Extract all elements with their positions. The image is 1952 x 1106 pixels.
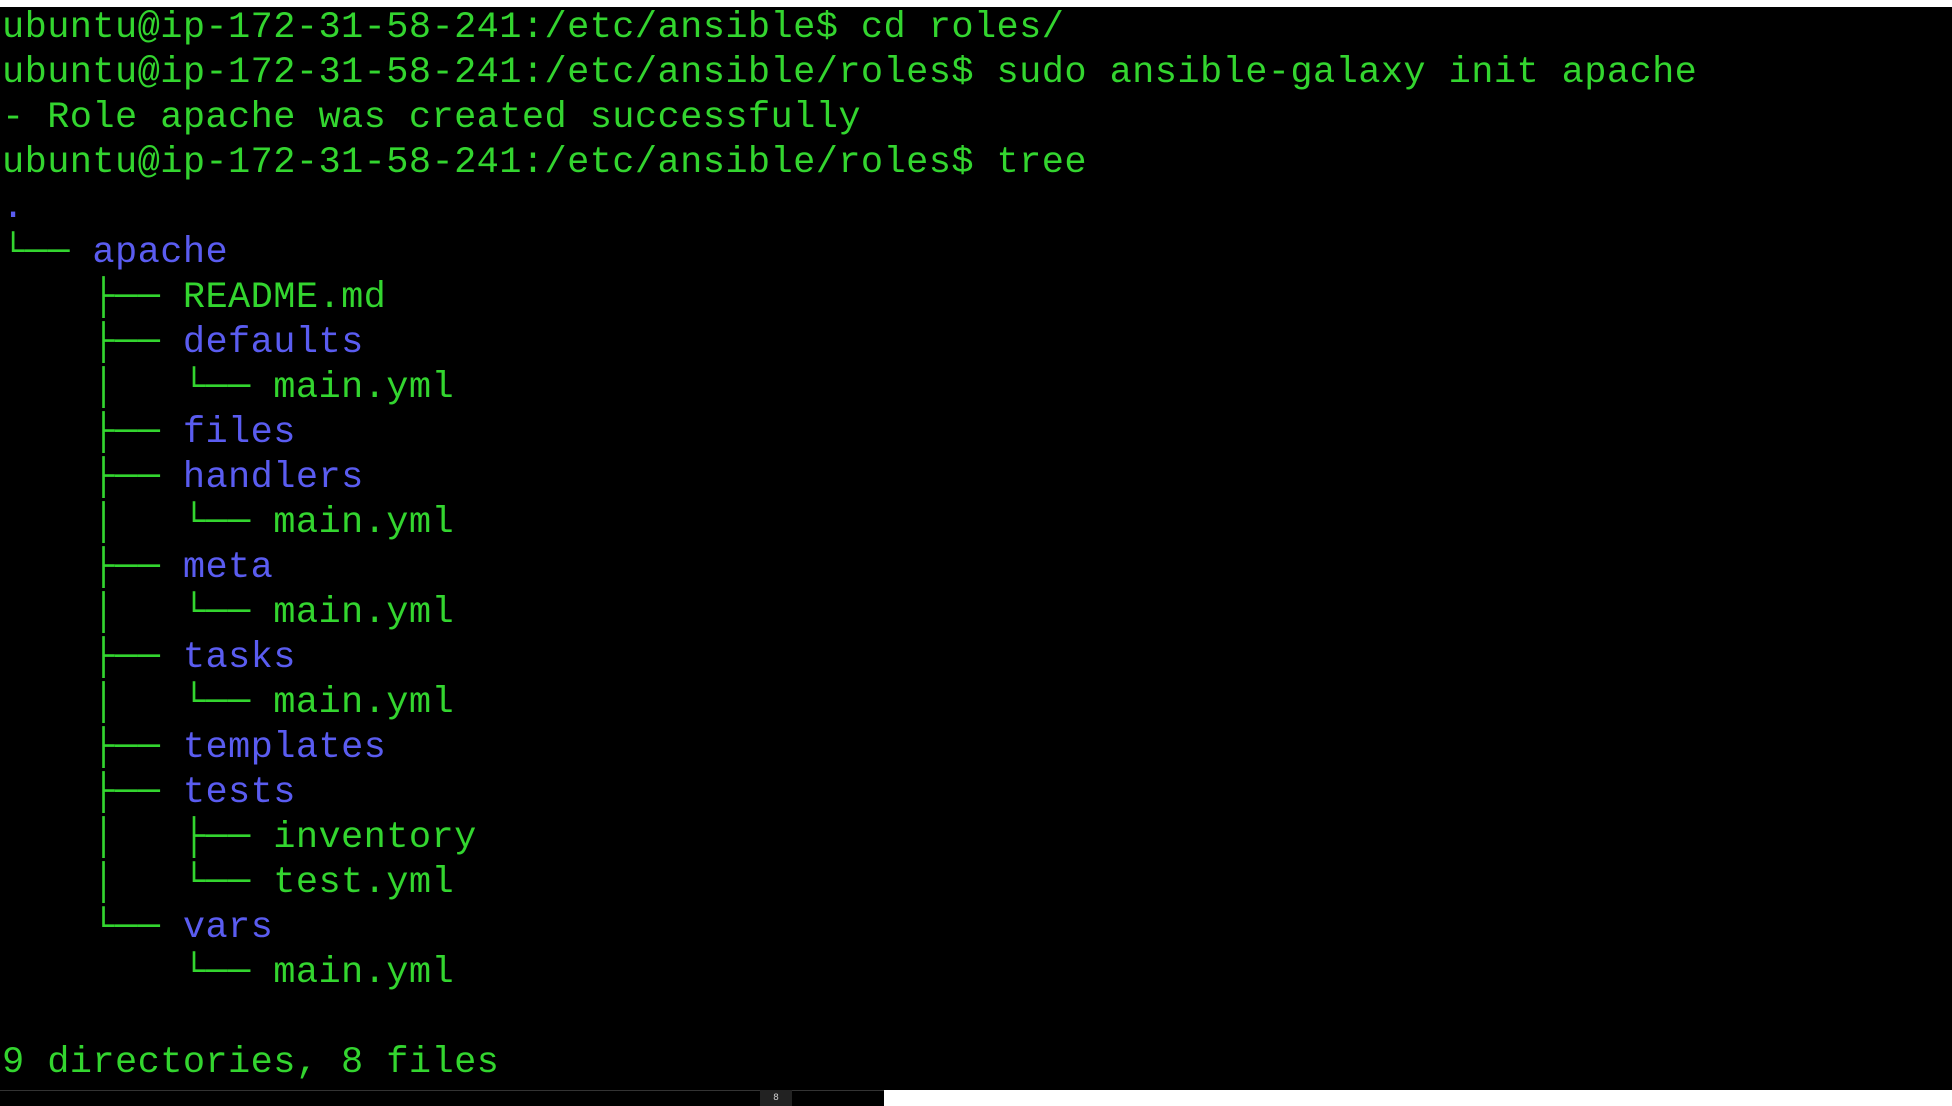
directory-name: tests [182, 772, 296, 814]
directory-name: vars [182, 907, 274, 949]
terminal-line: ├── tasks [2, 636, 296, 681]
terminal-text: ├── [2, 412, 183, 454]
terminal-line: │ └── test.yml [2, 861, 454, 906]
terminal-text: main.yml [273, 592, 455, 634]
terminal-text: │ └── [2, 682, 274, 724]
terminal-text: └── [2, 232, 93, 274]
terminal-line: . [2, 186, 25, 231]
terminal-line: ubuntu@ip-172-31-58-241:/etc/ansible/rol… [2, 141, 1087, 186]
terminal-line: └── apache [2, 231, 228, 276]
terminal-text: ├── [2, 547, 183, 589]
taskbar-tab[interactable]: 8 [760, 1090, 792, 1106]
directory-name: handlers [182, 457, 364, 499]
terminal-text: ubuntu@ip-172-31-58-241:/etc/ansible/rol… [2, 142, 1087, 184]
terminal-text: └── [2, 952, 274, 994]
terminal-text: main.yml [273, 952, 455, 994]
terminal-line: ├── templates [2, 726, 386, 771]
terminal-text: ubuntu@ip-172-31-58-241:/etc/ansible/rol… [2, 52, 1698, 94]
terminal-text: ├── [2, 727, 183, 769]
divider [0, 1090, 884, 1091]
terminal-text: 9 directories, 8 files [2, 1042, 500, 1084]
terminal-line: │ └── main.yml [2, 501, 454, 546]
directory-name: meta [182, 547, 274, 589]
terminal-bottom-strip: 8 [0, 1090, 884, 1106]
directory-name: tasks [182, 637, 296, 679]
directory-name: . [2, 187, 25, 229]
terminal-text: README.md [182, 277, 387, 319]
terminal-text: ubuntu@ip-172-31-58-241:/etc/ansible$ cd… [2, 7, 1065, 49]
terminal-text: │ └── [2, 502, 274, 544]
terminal-line: ├── README.md [2, 276, 386, 321]
terminal-text: - Role apache was created successfully [2, 97, 861, 139]
terminal-line: 9 directories, 8 files [2, 1041, 499, 1086]
terminal-text: │ └── [2, 592, 274, 634]
directory-name: templates [182, 727, 387, 769]
terminal-text: ├── [2, 322, 183, 364]
terminal-text: main.yml [273, 367, 455, 409]
terminal-text: │ └── [2, 367, 274, 409]
terminal-text: main.yml [273, 682, 455, 724]
terminal-text: ├── [2, 772, 183, 814]
terminal-line: │ └── main.yml [2, 366, 454, 411]
terminal-line: │ └── main.yml [2, 681, 454, 726]
terminal-line: ├── defaults [2, 321, 364, 366]
terminal-line: ubuntu@ip-172-31-58-241:/etc/ansible$ cd… [2, 6, 1064, 51]
directory-name: files [182, 412, 296, 454]
terminal-line: └── main.yml [2, 951, 454, 996]
directory-name: defaults [182, 322, 364, 364]
terminal-text: ├── [2, 457, 183, 499]
terminal-line: │ ├── inventory [2, 816, 477, 861]
bottom-strip: 8 [0, 1090, 1952, 1106]
terminal-text: test.yml [273, 862, 455, 904]
terminal-text: └── [2, 907, 183, 949]
terminal-line: ubuntu@ip-172-31-58-241:/etc/ansible/rol… [2, 51, 1697, 96]
terminal-text: ├── [2, 637, 183, 679]
terminal-text: inventory [273, 817, 477, 859]
terminal-text: │ ├── [2, 817, 274, 859]
directory-name: apache [92, 232, 229, 274]
terminal-window[interactable]: ubuntu@ip-172-31-58-241:/etc/ansible$ cd… [0, 7, 1952, 1090]
terminal-line: ├── tests [2, 771, 296, 816]
terminal-line: ├── files [2, 411, 296, 456]
terminal-text: │ └── [2, 862, 274, 904]
terminal-text: ├── [2, 277, 183, 319]
terminal-line: ├── meta [2, 546, 273, 591]
terminal-line: ├── handlers [2, 456, 364, 501]
terminal-line: └── vars [2, 906, 273, 951]
terminal-line: │ └── main.yml [2, 591, 454, 636]
terminal-line: - Role apache was created successfully [2, 96, 861, 141]
terminal-text: main.yml [273, 502, 455, 544]
